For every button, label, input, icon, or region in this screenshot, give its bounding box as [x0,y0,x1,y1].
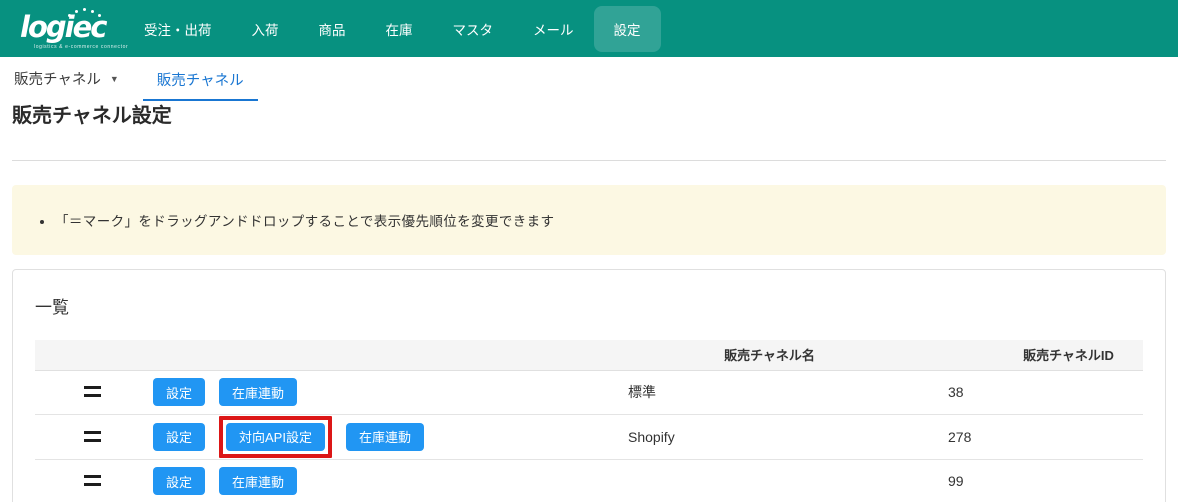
channel-id-cell: 99 [915,459,1143,502]
channel-name-column-header: 販売チャネル名 [590,340,915,370]
channel-table: 販売チャネル名 販売チャネルID 設定在庫連動標準38設定対向API設定在庫連動… [35,340,1143,502]
drag-handle[interactable] [84,431,101,442]
actions-cell: 設定在庫連動 [150,459,590,502]
nav-item-arrivals[interactable]: 入荷 [232,6,299,52]
handle-column-header [35,340,150,370]
actions-column-header [150,340,590,370]
settings-button[interactable]: 設定 [153,467,205,495]
nav-items: 受注・出荷入荷商品在庫マスタメール設定 [124,0,661,57]
page-title: 販売チャネル設定 [0,103,1178,129]
notice-list: 「＝マーク」をドラッグアンドドロップすることで表示優先順位を変更できます [28,210,1150,230]
highlight-annotation: 対向API設定 [219,416,332,458]
channel-dropdown[interactable]: 販売チャネル ▼ [12,68,121,101]
nav-item-inventory[interactable]: 在庫 [366,6,433,52]
notice-box: 「＝マーク」をドラッグアンドドロップすることで表示優先順位を変更できます [12,185,1166,255]
drag-handle-cell [35,459,150,502]
channel-name-cell: Shopify [590,414,915,459]
channel-dropdown-label: 販売チャネル [14,68,101,89]
nav-item-orders-shipping[interactable]: 受注・出荷 [124,6,232,52]
nav-item-settings[interactable]: 設定 [594,6,661,52]
drag-handle[interactable] [84,475,101,486]
api-settings-button[interactable]: 対向API設定 [226,423,325,451]
logo-tagline: logistics & e-commerce connector [34,44,116,50]
settings-button[interactable]: 設定 [153,423,205,451]
drag-handle[interactable] [84,386,101,397]
chevron-down-icon: ▼ [110,74,119,84]
logo-rays-icon [68,7,104,17]
list-title: 一覧 [35,293,1143,318]
settings-button[interactable]: 設定 [153,378,205,406]
table-row: 設定対向API設定在庫連動Shopify278 [35,414,1143,459]
tab-sales-channel[interactable]: 販売チャネル [143,69,258,101]
channel-id-cell: 38 [915,370,1143,414]
channel-name-cell [590,459,915,502]
table-header-row: 販売チャネル名 販売チャネルID [35,340,1143,370]
drag-handle-cell [35,414,150,459]
divider [12,160,1166,161]
actions-cell: 設定在庫連動 [150,370,590,414]
table-row: 設定在庫連動 99 [35,459,1143,502]
channel-table-body: 設定在庫連動標準38設定対向API設定在庫連動Shopify278設定在庫連動9… [35,370,1143,502]
logiec-logo[interactable]: logiec logistics & e-commerce connector [20,7,116,50]
channel-id-column-header: 販売チャネルID [915,340,1143,370]
logo-text: logiec [20,13,116,42]
nav-item-mail[interactable]: メール [513,6,594,52]
notice-item: 「＝マーク」をドラッグアンドドロップすることで表示優先順位を変更できます [55,210,1150,230]
inventory-sync-button[interactable]: 在庫連動 [346,423,424,451]
nav-item-products[interactable]: 商品 [299,6,366,52]
actions-cell: 設定対向API設定在庫連動 [150,414,590,459]
main-content: 販売チャネル ▼ 販売チャネル 販売チャネル設定 「＝マーク」をドラッグアンドド… [0,57,1178,502]
top-nav: logiec logistics & e-commerce connector … [0,0,1178,57]
channel-name-cell: 標準 [590,370,915,414]
channel-id-cell: 278 [915,414,1143,459]
breadcrumb: 販売チャネル ▼ 販売チャネル [0,57,1178,101]
channel-list-card: 一覧 販売チャネル名 販売チャネルID 設定在庫連動標準38設定対向API設定在… [12,269,1166,502]
table-row: 設定在庫連動標準38 [35,370,1143,414]
inventory-sync-button[interactable]: 在庫連動 [219,467,297,495]
inventory-sync-button[interactable]: 在庫連動 [219,378,297,406]
drag-handle-cell [35,370,150,414]
nav-item-master[interactable]: マスタ [433,6,514,52]
